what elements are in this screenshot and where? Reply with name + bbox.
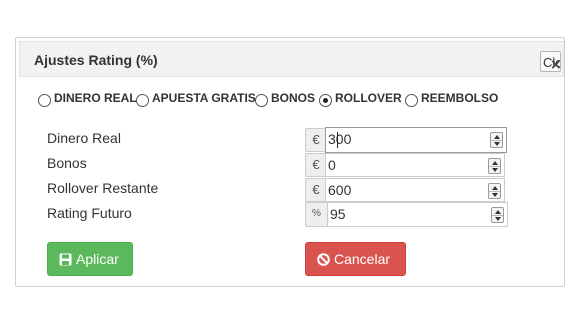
rollover-restante-label: Rollover Restante [47,180,159,196]
cancel-label: Cancelar [334,251,391,267]
radio-label: DINERO REAL [54,91,137,105]
currency-addon: € [305,178,326,202]
radio-rollover[interactable] [319,94,332,107]
percent-addon: % [305,202,327,227]
radio-label: APUESTA GRATIS [152,91,256,105]
dialog-header: Ajustes Rating (%) Close [19,41,564,77]
rating-futuro-label: Rating Futuro [47,205,132,221]
apply-button[interactable]: Aplicar [47,242,133,276]
radio-label: ROLLOVER [335,91,402,105]
dialog-title: Ajustes Rating (%) [34,52,158,68]
currency-addon: € [305,153,326,177]
rating-futuro-input[interactable]: 95 [327,202,508,227]
ban-icon [317,253,330,266]
radio-bonos[interactable] [255,94,268,107]
radio-reembolso[interactable] [405,94,418,107]
radio-dinero-real[interactable] [38,94,51,107]
radio-apuesta-gratis[interactable] [136,94,149,107]
input-value: 95 [330,206,346,222]
cancel-button[interactable]: Cancelar [305,242,406,276]
number-spinner[interactable] [490,132,503,148]
dinero-real-label: Dinero Real [47,130,121,146]
number-spinner[interactable] [491,207,504,223]
dinero-real-input[interactable]: 300 [325,127,507,153]
number-spinner[interactable] [488,183,501,199]
bonos-input[interactable]: 0 [325,153,505,177]
radio-label: BONOS [271,91,316,105]
input-value: 300 [328,131,352,147]
rating-settings-dialog: Ajustes Rating (%) Close × DINERO REAL A… [15,37,565,287]
radio-label: REEMBOLSO [421,91,499,105]
rollover-restante-input[interactable]: 600 [325,178,505,202]
apply-label: Aplicar [76,251,119,267]
bonos-label: Bonos [47,155,87,171]
save-icon [59,253,72,266]
currency-addon: € [305,128,326,152]
input-value: 600 [328,182,352,198]
input-value: 0 [328,157,336,173]
close-icon[interactable]: × [550,58,562,72]
number-spinner[interactable] [488,158,501,174]
text-caret [337,132,338,148]
